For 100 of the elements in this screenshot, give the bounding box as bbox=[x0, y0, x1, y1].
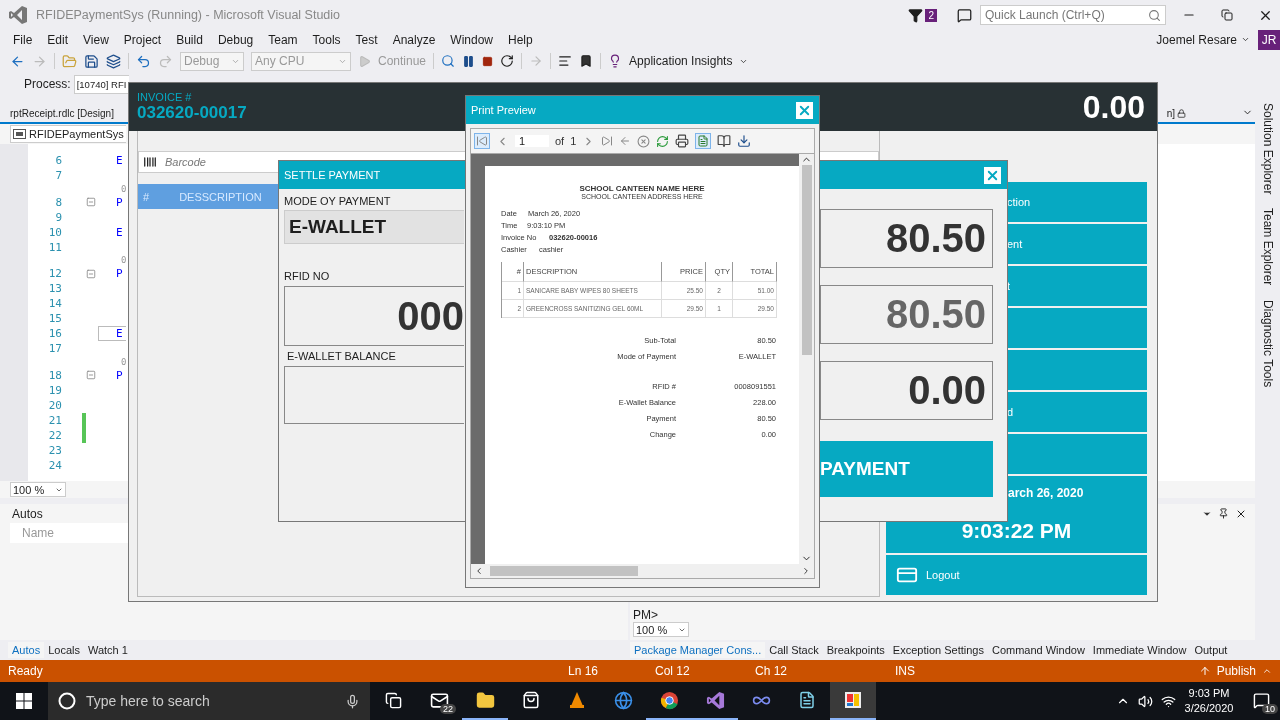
line-number: 19 bbox=[47, 383, 62, 397]
visual-studio-icon[interactable] bbox=[705, 690, 725, 710]
zoom-dropdown[interactable]: 100 % bbox=[10, 482, 66, 497]
scrollbar-thumb[interactable] bbox=[490, 566, 638, 576]
menu-item[interactable]: Team bbox=[261, 32, 305, 47]
store-icon[interactable] bbox=[522, 691, 540, 709]
browser-icon[interactable] bbox=[613, 690, 633, 710]
scroll-left-icon[interactable] bbox=[474, 566, 484, 576]
pause-icon[interactable] bbox=[462, 54, 476, 68]
panel-tab[interactable]: Locals bbox=[44, 642, 84, 658]
project-dropdown[interactable]: RFIDEPaymentSys bbox=[10, 125, 126, 143]
caret-icon[interactable] bbox=[1241, 35, 1250, 44]
restore-icon[interactable] bbox=[1221, 9, 1233, 21]
scroll-right-icon[interactable] bbox=[801, 566, 811, 576]
code-text: E bbox=[98, 326, 126, 341]
print-layout-icon[interactable] bbox=[697, 135, 710, 147]
time-text: 9:03:22 PM bbox=[961, 519, 1072, 544]
taskbar-search-field[interactable]: Type here to search bbox=[48, 682, 370, 720]
find-icon[interactable] bbox=[441, 54, 456, 68]
panel-tab[interactable]: Call Stack bbox=[765, 642, 823, 658]
line-number: 13 bbox=[47, 282, 62, 295]
publish-button[interactable]: Publish bbox=[1216, 664, 1256, 678]
first-page-icon[interactable] bbox=[476, 135, 488, 147]
menu-item[interactable]: Window bbox=[443, 32, 500, 47]
panel-tab[interactable]: Autos bbox=[8, 642, 45, 658]
network-icon[interactable] bbox=[1161, 693, 1176, 709]
line-number: 23 bbox=[47, 443, 62, 457]
menu-item[interactable]: Analyze bbox=[385, 32, 443, 47]
panel-tab[interactable]: Immediate Window bbox=[1088, 642, 1191, 658]
field-label: RFID NO bbox=[284, 270, 331, 284]
browser-icon[interactable] bbox=[659, 690, 679, 710]
menu-item[interactable]: Project bbox=[116, 32, 169, 47]
menu-item[interactable]: Edit bbox=[40, 32, 76, 47]
amount-field[interactable]: 80.50 bbox=[820, 209, 993, 268]
microphone-icon[interactable] bbox=[345, 693, 360, 709]
menu-item[interactable]: File bbox=[6, 32, 40, 47]
indent-icon[interactable] bbox=[558, 54, 573, 68]
export-icon[interactable] bbox=[737, 134, 752, 148]
notepad-icon[interactable] bbox=[798, 691, 816, 709]
folder-icon[interactable] bbox=[475, 690, 495, 710]
panel-tab[interactable]: Package Manager Cons... bbox=[630, 642, 766, 658]
scrollbar-thumb[interactable] bbox=[801, 165, 812, 355]
cone-icon[interactable] bbox=[568, 691, 586, 709]
panel-tab[interactable]: Exception Settings bbox=[888, 642, 988, 658]
back-icon[interactable] bbox=[10, 53, 25, 69]
document-tab[interactable]: n] bbox=[1164, 108, 1177, 122]
amount-field[interactable]: 0.00 bbox=[820, 361, 993, 420]
last-page-icon[interactable] bbox=[601, 135, 614, 147]
account-name[interactable]: Joemel Resare bbox=[1156, 32, 1237, 47]
notification-icon[interactable] bbox=[908, 7, 924, 23]
save-icon[interactable] bbox=[84, 53, 99, 69]
undo-icon[interactable] bbox=[136, 53, 151, 69]
menu-item[interactable]: Debug bbox=[210, 32, 261, 47]
print-icon[interactable] bbox=[675, 134, 690, 148]
panel-tab[interactable]: Watch 1 bbox=[83, 642, 132, 658]
quick-launch-field[interactable]: Quick Launch (Ctrl+Q) bbox=[980, 5, 1166, 25]
zoom-dropdown[interactable]: 100 % bbox=[633, 622, 689, 637]
restart-icon[interactable] bbox=[500, 54, 515, 68]
volume-icon[interactable] bbox=[1138, 693, 1153, 709]
page-setup-icon[interactable] bbox=[717, 134, 732, 148]
payment-mode-field[interactable]: E-WALLET bbox=[284, 210, 464, 244]
line-number: 6 bbox=[54, 154, 62, 167]
stop-icon[interactable] bbox=[482, 55, 494, 67]
line-number: 15 bbox=[47, 312, 62, 325]
menu-item[interactable]: Help bbox=[501, 32, 540, 47]
column-header: # bbox=[142, 190, 150, 203]
line-number: 11 bbox=[47, 240, 62, 254]
rfid-field[interactable]: 000 bbox=[284, 286, 464, 346]
feedback-icon[interactable] bbox=[957, 7, 972, 23]
process-field[interactable]: [10740] RFI bbox=[73, 74, 129, 94]
windows-logo[interactable] bbox=[16, 693, 32, 709]
bookmark-icon[interactable] bbox=[579, 54, 594, 68]
side-tab[interactable]: Diagnostic Tools bbox=[1260, 299, 1275, 387]
close-button[interactable] bbox=[984, 166, 1001, 184]
task-view-icon[interactable] bbox=[384, 691, 402, 709]
page-number-field[interactable]: 1 bbox=[515, 135, 549, 147]
side-tab[interactable]: Solution Explorer bbox=[1260, 103, 1275, 195]
refresh-icon[interactable] bbox=[656, 134, 670, 148]
app-icon[interactable] bbox=[844, 691, 862, 709]
close-button[interactable] bbox=[796, 101, 813, 119]
account-avatar[interactable]: JR bbox=[1258, 29, 1280, 50]
taskbar-clock[interactable]: 9:03 PM 3/26/2020 bbox=[1176, 686, 1242, 716]
save-all-icon[interactable] bbox=[106, 53, 121, 69]
page-of-label: of bbox=[555, 135, 565, 147]
document-tab[interactable]: rptReceipt.rdlc [Design] bbox=[8, 108, 116, 122]
menu-item[interactable]: View bbox=[76, 32, 116, 47]
pin-icon[interactable] bbox=[1218, 508, 1229, 519]
panel-tab[interactable]: Command Window bbox=[987, 642, 1089, 658]
menu-item[interactable]: Build bbox=[169, 32, 210, 47]
panel-tab[interactable]: Output bbox=[1190, 642, 1232, 658]
lock-icon bbox=[1177, 109, 1186, 118]
insights-dropdown[interactable]: Application Insights bbox=[629, 54, 733, 68]
line-number: 17 bbox=[47, 342, 62, 355]
panel-tab[interactable]: Breakpoints bbox=[822, 642, 889, 658]
side-tab[interactable]: Team Explorer bbox=[1260, 208, 1275, 286]
menu-item[interactable]: Tools bbox=[305, 32, 348, 47]
stop-icon[interactable] bbox=[637, 134, 651, 148]
balance-field[interactable] bbox=[284, 366, 464, 424]
date-text: arch 26, 2020 bbox=[1007, 485, 1084, 500]
menu-item[interactable]: Test bbox=[348, 32, 385, 47]
